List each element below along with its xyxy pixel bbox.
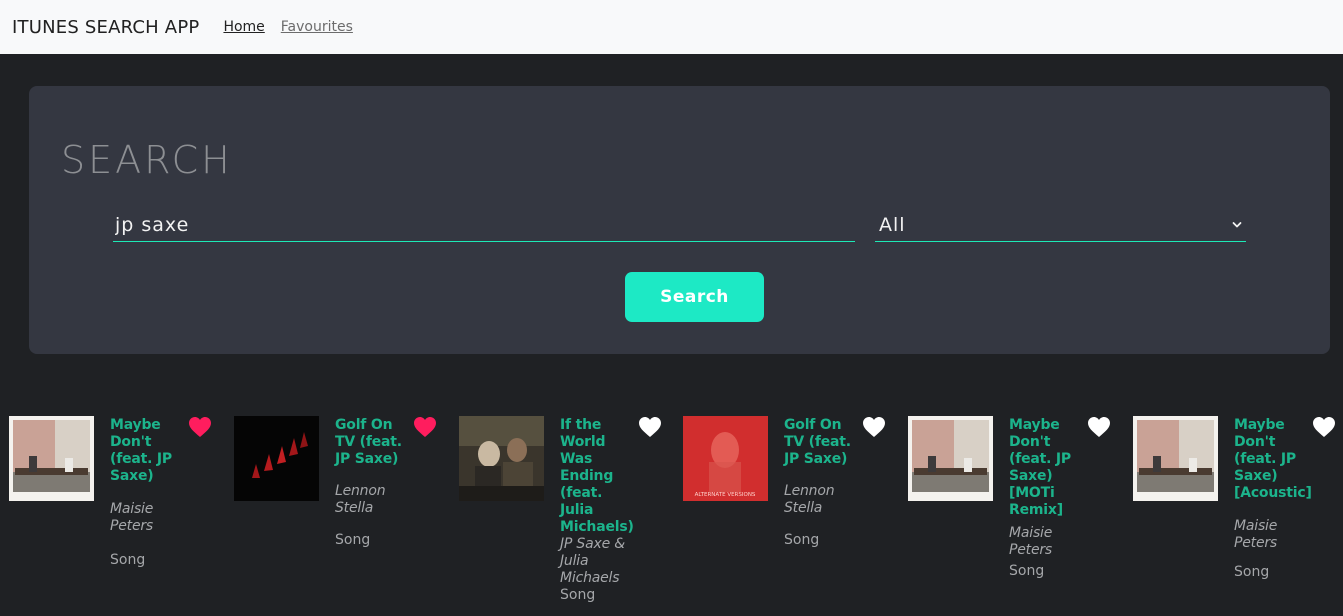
artist-name: Maisie Peters [1009, 525, 1053, 558]
album-artwork[interactable] [459, 416, 544, 501]
track-name[interactable]: Golf On TV (feat. JP Saxe) [784, 417, 856, 468]
artist-name: Maisie Peters [1234, 518, 1278, 551]
track-name[interactable]: Maybe Don't (feat. JP Saxe) [110, 417, 182, 485]
artwork-caption: ALTERNATE VERSIONS [695, 492, 756, 498]
heart-icon[interactable] [188, 416, 212, 438]
media-kind: Song [560, 587, 596, 603]
media-kind: Song [335, 532, 371, 548]
result-info: Maybe Don't (feat. JP Saxe) Maisie Peter… [110, 417, 182, 569]
media-kind: Song [1009, 563, 1045, 579]
result-card: ALTERNATE VERSIONS Golf On TV (feat. JP … [683, 416, 898, 596]
heart-icon[interactable] [413, 416, 437, 438]
search-input[interactable] [113, 208, 855, 242]
track-name[interactable]: If the World Was Ending (feat. Julia Mic… [560, 417, 634, 536]
media-kind: Song [110, 552, 146, 568]
track-name[interactable]: Maybe Don't (feat. JP Saxe) [Acoustic] [1234, 417, 1312, 502]
artist-name: Lennon Stella [335, 483, 386, 516]
search-button[interactable]: Search [625, 272, 764, 322]
result-card: Maybe Don't (feat. JP Saxe) [Acoustic] M… [1133, 416, 1343, 596]
album-artwork[interactable] [1133, 416, 1218, 501]
result-info: Maybe Don't (feat. JP Saxe) [MOTi Remix]… [1009, 417, 1081, 580]
track-name[interactable]: Maybe Don't (feat. JP Saxe) [MOTi Remix] [1009, 417, 1081, 519]
media-type-select[interactable]: All [875, 208, 1246, 242]
track-name[interactable]: Golf On TV (feat. JP Saxe) [335, 417, 407, 468]
artist-name: JP Saxe & Julia Michaels [560, 536, 625, 586]
search-panel: SEARCH All Search [29, 86, 1330, 354]
result-info: If the World Was Ending (feat. Julia Mic… [560, 417, 634, 604]
chevron-down-icon [1232, 221, 1242, 227]
artist-name: Lennon Stella [784, 483, 835, 516]
media-kind: Song [784, 532, 820, 548]
result-card: Maybe Don't (feat. JP Saxe) [MOTi Remix]… [908, 416, 1123, 596]
heart-icon[interactable] [1087, 416, 1111, 438]
artist-name: Maisie Peters [110, 501, 154, 534]
heart-icon[interactable] [1312, 416, 1336, 438]
album-artwork[interactable] [234, 416, 319, 501]
top-navbar: ITUNES SEARCH APP Home Favourites [0, 0, 1343, 54]
media-type-value: All [879, 213, 906, 236]
result-card: If the World Was Ending (feat. Julia Mic… [459, 416, 674, 603]
result-info: Golf On TV (feat. JP Saxe) Lennon Stella… [335, 417, 407, 549]
app-brand[interactable]: ITUNES SEARCH APP [12, 17, 199, 38]
album-artwork[interactable]: ALTERNATE VERSIONS [683, 416, 768, 501]
album-artwork[interactable] [908, 416, 993, 501]
search-heading: SEARCH [61, 138, 233, 182]
nav-home-link[interactable]: Home [223, 19, 264, 35]
heart-icon[interactable] [862, 416, 886, 438]
result-info: Maybe Don't (feat. JP Saxe) [Acoustic] M… [1234, 417, 1312, 581]
nav-favourites-link[interactable]: Favourites [281, 19, 353, 35]
heart-icon[interactable] [638, 416, 662, 438]
result-card: Maybe Don't (feat. JP Saxe) Maisie Peter… [9, 416, 224, 596]
media-kind: Song [1234, 564, 1270, 580]
result-info: Golf On TV (feat. JP Saxe) Lennon Stella… [784, 417, 856, 549]
album-artwork[interactable] [9, 416, 94, 501]
result-card: Golf On TV (feat. JP Saxe) Lennon Stella… [234, 416, 449, 596]
